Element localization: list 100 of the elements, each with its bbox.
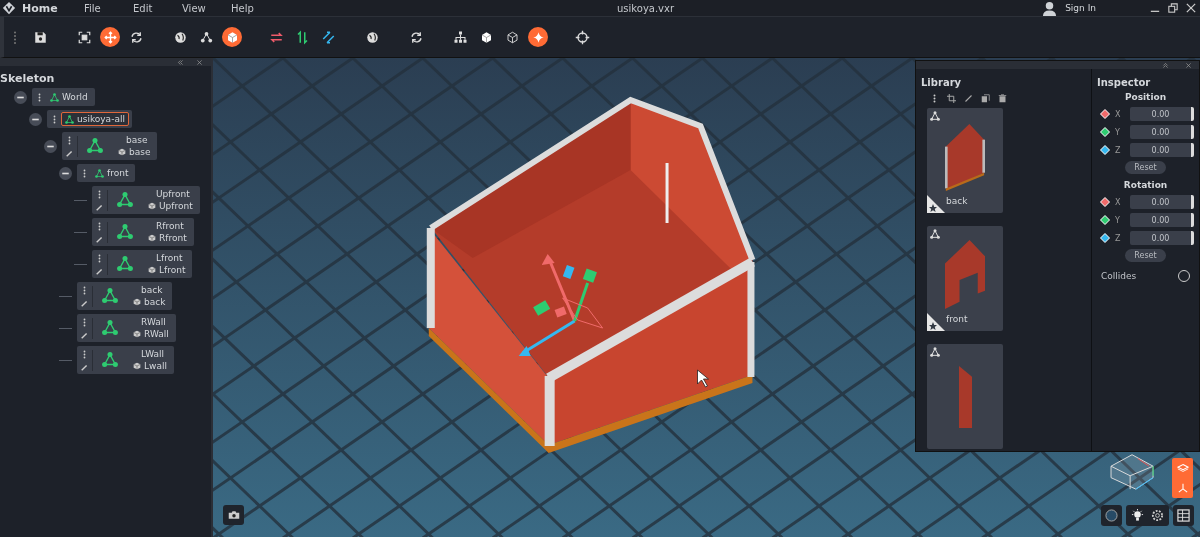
number-field[interactable]: 0.00: [1130, 143, 1194, 157]
pencil-icon[interactable]: [81, 363, 88, 371]
menu-item[interactable]: Help: [231, 2, 278, 14]
node-name: Rfront: [155, 221, 185, 231]
tree-node[interactable]: usikoya-all: [61, 112, 129, 126]
mesh-label: Lfront: [159, 265, 186, 275]
number-field[interactable]: 0.00: [1130, 125, 1194, 139]
pencil-icon[interactable]: [96, 235, 103, 243]
pencil-icon[interactable]: [964, 94, 973, 103]
reset-button[interactable]: Reset: [1125, 161, 1166, 174]
tree-node-card[interactable]: Rfront Rfront: [92, 218, 194, 246]
mouse-cursor-icon: [697, 369, 709, 388]
mesh-label: RWall: [144, 329, 169, 339]
mesh-label: base: [129, 147, 151, 157]
copy-icon[interactable]: [981, 94, 990, 103]
move-tool-icon[interactable]: [100, 27, 120, 47]
node-name: base: [125, 135, 149, 145]
node-name: Lfront: [155, 253, 184, 263]
mesh-label: Rfront: [159, 233, 187, 243]
panel-title: Inspector: [1097, 77, 1152, 88]
tree-node-card[interactable]: back back: [77, 282, 173, 310]
triangle-nodes-icon: [86, 137, 104, 155]
menu-item[interactable]: Edit: [133, 2, 180, 14]
tree-node-card[interactable]: base base: [62, 132, 158, 160]
crop-icon[interactable]: [947, 94, 956, 103]
pencil-icon[interactable]: [81, 299, 88, 307]
tree-node-card[interactable]: LWall Lwall: [77, 346, 174, 374]
panel-title: Skeleton: [0, 72, 56, 85]
card-label: back: [946, 196, 968, 206]
mesh-label: Lwall: [144, 361, 167, 371]
trash-icon[interactable]: [998, 94, 1007, 103]
home-label[interactable]: Home: [22, 1, 82, 15]
lightbulb-icon[interactable]: [1131, 509, 1144, 522]
triangle-nodes-icon: [101, 351, 119, 369]
camera-button[interactable]: [223, 505, 244, 525]
cube-icon: [148, 234, 156, 242]
section-title: Position: [1124, 92, 1167, 102]
sparkle-tool-icon[interactable]: [528, 27, 548, 47]
axis-label: X: [1115, 197, 1122, 207]
cube-icon: [118, 148, 126, 156]
axis-label: Y: [1115, 215, 1121, 225]
tree-node-card[interactable]: Lfront Lfront: [92, 250, 193, 278]
restore-icon[interactable]: [1168, 3, 1178, 13]
cube-icon: [133, 330, 141, 338]
mesh-label: Upfront: [159, 201, 193, 211]
section-title: Rotation: [1123, 180, 1168, 190]
cube-icon: [148, 266, 156, 274]
triangle-nodes-icon: [930, 347, 940, 357]
node-name: RWall: [140, 317, 167, 327]
collapse-toggle[interactable]: [14, 90, 27, 104]
card-label: front: [946, 314, 968, 324]
node-name: LWall: [140, 349, 166, 359]
pencil-icon[interactable]: [96, 267, 103, 275]
drag-handle-icon[interactable]: [12, 29, 18, 45]
table-button[interactable]: [1173, 505, 1194, 526]
cube-tool-icon[interactable]: [222, 27, 242, 47]
triangle-nodes-icon: [930, 111, 940, 121]
library-card[interactable]: back: [927, 108, 1003, 213]
axis-label: Z: [1115, 233, 1122, 243]
sphere-button[interactable]: [1101, 505, 1122, 526]
close-icon[interactable]: [1186, 3, 1196, 13]
collapse-up-icon[interactable]: [1162, 61, 1169, 69]
tree-node-card[interactable]: RWall RWall: [77, 314, 176, 342]
pencil-icon[interactable]: [96, 203, 103, 211]
pencil-icon[interactable]: [81, 331, 88, 339]
triangle-nodes-icon: [101, 287, 119, 305]
collapse-icon[interactable]: [177, 58, 184, 66]
user-icon: [1042, 0, 1058, 16]
cube-icon: [133, 298, 141, 306]
wall-thumbnail-drawing: [945, 240, 985, 309]
triangle-nodes-icon: [116, 191, 134, 209]
layers-icon[interactable]: [1176, 463, 1189, 473]
collapse-toggle[interactable]: [59, 166, 72, 180]
wall-thumbnail-drawing: [959, 366, 972, 428]
collapse-toggle[interactable]: [44, 139, 57, 153]
pencil-icon[interactable]: [66, 149, 73, 157]
number-field[interactable]: 0.00: [1130, 195, 1194, 209]
tree-node-card[interactable]: Upfront Upfront: [92, 186, 200, 214]
library-card[interactable]: front: [927, 226, 1003, 331]
menu-item[interactable]: File: [84, 2, 131, 14]
triangle-nodes-icon: [116, 255, 134, 273]
triangle-nodes-icon: [116, 223, 134, 241]
reset-button[interactable]: Reset: [1125, 249, 1166, 262]
triangle-nodes-icon: [930, 229, 940, 239]
camera-icon: [227, 510, 240, 520]
settings-icon[interactable]: [1151, 509, 1164, 522]
triangle-nodes-icon: [101, 319, 119, 337]
window-title: usikoya.vxr: [617, 2, 675, 14]
number-field[interactable]: 0.00: [1130, 213, 1194, 227]
collapse-toggle[interactable]: [29, 112, 42, 126]
sign-in-link[interactable]: Sign In: [1065, 3, 1096, 13]
node-name: back: [140, 285, 164, 295]
number-field[interactable]: 0.00: [1130, 231, 1194, 245]
node-name: Upfront: [155, 189, 191, 199]
axis-label: Z: [1115, 145, 1122, 155]
cube-icon: [148, 202, 156, 210]
table-icon: [1177, 509, 1190, 522]
number-field[interactable]: 0.00: [1130, 107, 1194, 121]
menu-item[interactable]: View: [182, 2, 229, 14]
panel-title: Library: [921, 77, 963, 88]
